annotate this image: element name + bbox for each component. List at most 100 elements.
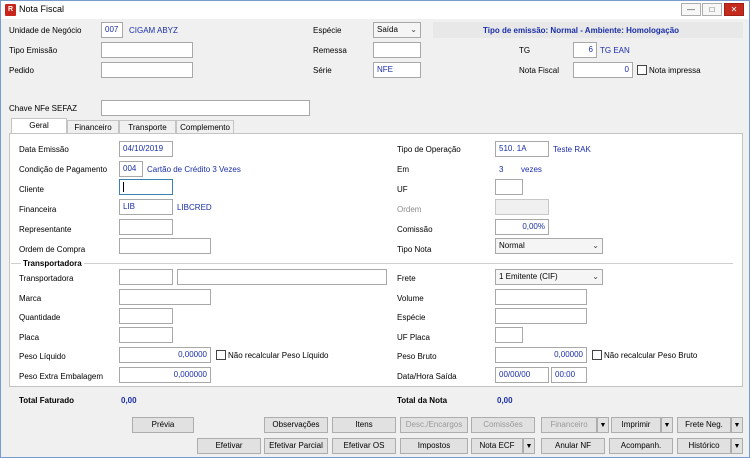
data-emissao-label: Data Emissão (19, 145, 69, 154)
volume-label: Volume (397, 294, 424, 303)
quantidade-field[interactable] (119, 308, 173, 324)
remessa-label: Remessa (313, 46, 347, 55)
nao-recalc-bruto-checkbox[interactable] (592, 350, 602, 360)
remessa-field[interactable] (373, 42, 421, 58)
transportadora-name-field[interactable] (177, 269, 387, 285)
chevron-down-icon: ▼ (733, 443, 741, 450)
especie-select[interactable]: Saída ⌄ (373, 22, 421, 38)
tab-complemento[interactable]: Complemento (176, 120, 234, 134)
nao-recalc-liq-checkbox[interactable] (216, 350, 226, 360)
especie-transp-label: Espécie (397, 313, 426, 322)
acompanh-button[interactable]: Acompanh. (609, 438, 673, 454)
marca-label: Marca (19, 294, 42, 303)
chave-nfe-field[interactable] (101, 100, 310, 116)
tg-label: TG (519, 46, 531, 55)
nao-recalc-liq-label: Não recalcular Peso Líquido (228, 351, 329, 360)
chevron-down-icon: ⌄ (592, 241, 599, 250)
marca-field[interactable] (119, 289, 211, 305)
financeira-name: LIBCRED (177, 203, 212, 212)
tab-geral[interactable]: Geral (11, 118, 67, 134)
chevron-down-icon: ▼ (599, 422, 607, 429)
uf-placa-field[interactable] (495, 327, 523, 343)
tipo-nota-select[interactable]: Normal ⌄ (495, 238, 603, 254)
transportadora-code-field[interactable] (119, 269, 173, 285)
tipo-emissao-label: Tipo Emissão (9, 46, 58, 55)
app-icon: R (5, 4, 16, 16)
tg-field[interactable]: 6 (573, 42, 597, 58)
frete-select[interactable]: 1 Emitente (CIF) ⌄ (495, 269, 603, 285)
desc-encargos-button[interactable]: Desc./Encargos (400, 417, 468, 433)
placa-field[interactable] (119, 327, 173, 343)
anular-nf-button[interactable]: Anular NF (541, 438, 605, 454)
frete-value: 1 Emitente (CIF) (499, 272, 558, 281)
cond-pag-code-field[interactable]: 004 (119, 161, 143, 177)
comissao-field[interactable]: 0,00% (495, 219, 549, 235)
frete-label: Frete (397, 274, 416, 283)
restore-icon[interactable]: □ (702, 3, 722, 16)
observacoes-button[interactable]: Observações (264, 417, 328, 433)
peso-extra-field[interactable]: 0,000000 (119, 367, 211, 383)
volume-field[interactable] (495, 289, 587, 305)
tg-name: TG EAN (600, 46, 630, 55)
tab-financeiro[interactable]: Financeiro (67, 120, 119, 134)
ordem-compra-field[interactable] (119, 238, 211, 254)
ordem-compra-label: Ordem de Compra (19, 245, 86, 254)
efetivar-parcial-button[interactable]: Efetivar Parcial (264, 438, 328, 454)
imprimir-dropdown[interactable]: ▼ (661, 417, 673, 433)
tipo-operacao-name: Teste RAK (553, 145, 591, 154)
representante-field[interactable] (119, 219, 173, 235)
tipo-emissao-field[interactable] (101, 42, 193, 58)
ordem-label: Ordem (397, 205, 422, 214)
peso-extra-label: Peso Extra Embalagem (19, 372, 104, 381)
financeiro-dropdown[interactable]: ▼ (597, 417, 609, 433)
nota-ecf-button[interactable]: Nota ECF (471, 438, 523, 454)
hora-saida-field[interactable]: 00:00 (551, 367, 587, 383)
chevron-down-icon: ▼ (663, 422, 671, 429)
nota-fiscal-field[interactable]: 0 (573, 62, 633, 78)
efetivar-button[interactable]: Efetivar (197, 438, 261, 454)
nota-ecf-dropdown[interactable]: ▼ (523, 438, 535, 454)
imprimir-button[interactable]: Imprimir (611, 417, 661, 433)
impostos-button[interactable]: Impostos (400, 438, 468, 454)
data-saida-field[interactable]: 00/00/00 (495, 367, 549, 383)
tipo-operacao-code-field[interactable]: 510. 1A (495, 141, 549, 157)
unidade-code-field[interactable]: 007 (101, 22, 123, 38)
title-bar: R Nota Fiscal — □ ✕ (1, 1, 749, 19)
financeiro-button[interactable]: Financeiro (541, 417, 597, 433)
historico-button[interactable]: Histórico (677, 438, 731, 454)
total-nota-value: 0,00 (497, 396, 513, 405)
unidade-name: CIGAM ABYZ (129, 26, 178, 35)
transportadora-group-line (11, 263, 733, 264)
nao-recalc-bruto-label: Não recalcular Peso Bruto (604, 351, 698, 360)
previa-button[interactable]: Prévia (132, 417, 194, 433)
tab-transporte[interactable]: Transporte (119, 120, 176, 134)
unidade-label: Unidade de Negócio (9, 26, 82, 35)
placa-label: Placa (19, 333, 40, 342)
frete-neg-button[interactable]: Frete Neg. (677, 417, 731, 433)
comissoes-button[interactable]: Comissões (471, 417, 535, 433)
frete-neg-dropdown[interactable]: ▼ (731, 417, 743, 433)
minimize-icon[interactable]: — (681, 3, 701, 16)
serie-field[interactable]: NFE (373, 62, 421, 78)
transportadora-label: Transportadora (19, 274, 74, 283)
uf-placa-label: UF Placa (397, 333, 430, 342)
cliente-field[interactable] (119, 179, 173, 195)
pedido-field[interactable] (101, 62, 193, 78)
chevron-down-icon: ⌄ (410, 25, 417, 34)
data-emissao-field[interactable]: 04/10/2019 (119, 141, 173, 157)
close-icon[interactable]: ✕ (724, 3, 744, 16)
peso-liquido-field[interactable]: 0,00000 (119, 347, 211, 363)
em-unit: vezes (521, 165, 542, 174)
total-faturado-value: 0,00 (121, 396, 137, 405)
uf-field[interactable] (495, 179, 523, 195)
especie-transp-field[interactable] (495, 308, 587, 324)
financeira-code-field[interactable]: LIB (119, 199, 173, 215)
historico-dropdown[interactable]: ▼ (731, 438, 743, 454)
peso-bruto-field[interactable]: 0,00000 (495, 347, 587, 363)
data-hora-saida-label: Data/Hora Saída (397, 372, 457, 381)
nota-impressa-checkbox[interactable] (637, 65, 647, 75)
itens-button[interactable]: Itens (332, 417, 396, 433)
quantidade-label: Quantidade (19, 313, 61, 322)
chave-nfe-label: Chave NFe SEFAZ (9, 104, 78, 113)
efetivar-os-button[interactable]: Efetivar OS (332, 438, 396, 454)
